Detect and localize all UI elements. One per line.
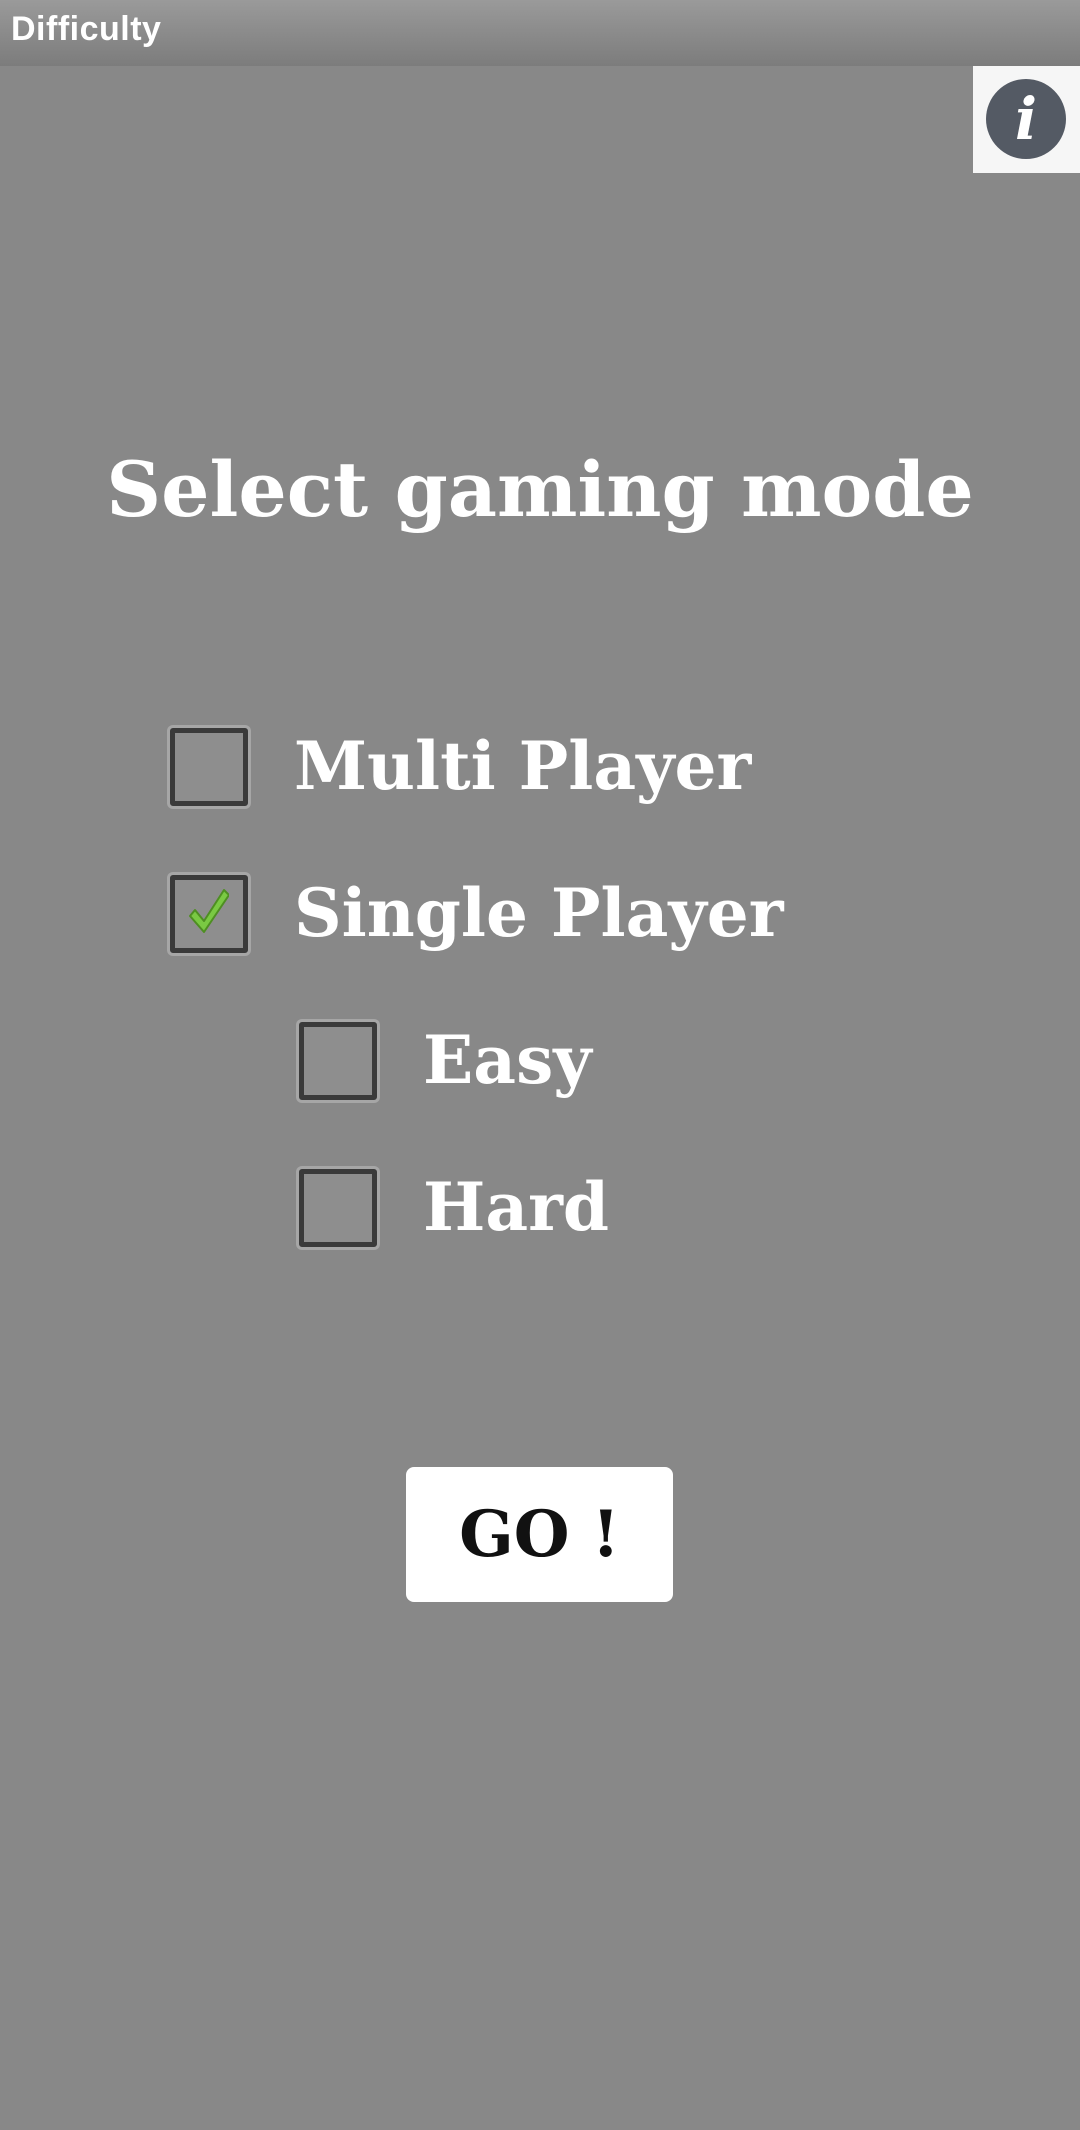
option-hard[interactable]: Hard	[299, 1168, 719, 1249]
option-single-player[interactable]: Single Player	[170, 874, 790, 955]
title-bar: Difficulty	[0, 0, 1080, 66]
easy-checkbox[interactable]	[299, 1022, 377, 1100]
info-button[interactable]: i	[973, 66, 1080, 173]
multi-player-label: Multi Player	[294, 727, 752, 805]
check-icon	[189, 889, 229, 933]
easy-label: Easy	[423, 1021, 592, 1099]
single-player-label: Single Player	[294, 874, 784, 952]
info-icon: i	[986, 79, 1066, 159]
multi-player-checkbox[interactable]	[170, 728, 248, 806]
go-button[interactable]: GO !	[406, 1467, 673, 1602]
hard-checkbox[interactable]	[299, 1169, 377, 1247]
hard-label: Hard	[423, 1168, 610, 1246]
option-multi-player[interactable]: Multi Player	[170, 727, 770, 808]
single-player-checkbox[interactable]	[170, 875, 248, 953]
app-title: Difficulty	[11, 10, 162, 48]
option-easy[interactable]: Easy	[299, 1021, 719, 1102]
page-heading: Select gaming mode	[106, 445, 974, 534]
info-glyph: i	[1014, 85, 1038, 153]
